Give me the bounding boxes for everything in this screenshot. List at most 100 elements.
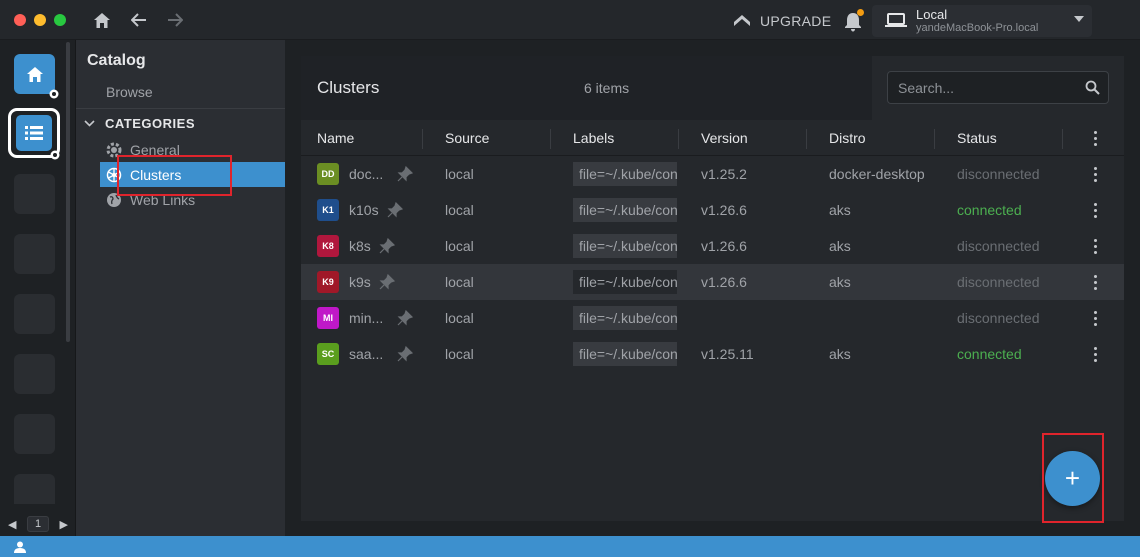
search-container xyxy=(872,56,1124,120)
column-header-labels[interactable]: Labels xyxy=(573,130,614,146)
column-header-status[interactable]: Status xyxy=(957,130,997,146)
hotbar-page-number: 1 xyxy=(27,516,49,532)
search-icon xyxy=(1085,80,1100,95)
table-row[interactable]: SC saa... local file=~/.kube/config v1.2… xyxy=(301,336,1124,372)
column-menu-icon[interactable] xyxy=(1094,131,1098,146)
cluster-label-chip[interactable]: file=~/.kube/config xyxy=(573,162,677,186)
divider xyxy=(76,108,285,109)
clusters-panel: Clusters 6 items Name Source Labels Vers… xyxy=(301,56,1124,521)
home-icon xyxy=(26,66,43,82)
highlight-box-add-button xyxy=(1042,433,1104,523)
minimize-window-button[interactable] xyxy=(34,14,46,26)
main-content: Clusters 6 items Name Source Labels Vers… xyxy=(285,40,1140,536)
context-name: Local xyxy=(916,7,948,22)
sidebar-item-browse[interactable]: Browse xyxy=(106,84,153,100)
back-arrow-icon[interactable] xyxy=(128,9,150,31)
column-header-name[interactable]: Name xyxy=(317,130,354,146)
cluster-source: local xyxy=(445,346,474,362)
forward-arrow-icon[interactable] xyxy=(164,9,186,31)
table-row[interactable]: K8 k8s local file=~/.kube/config v1.26.6… xyxy=(301,228,1124,264)
cluster-version: v1.26.6 xyxy=(701,238,747,254)
cluster-source: local xyxy=(445,310,474,326)
pin-icon[interactable] xyxy=(397,346,413,362)
table-row[interactable]: K1 k10s local file=~/.kube/config v1.26.… xyxy=(301,192,1124,228)
table-row[interactable]: DD doc... local file=~/.kube/config v1.2… xyxy=(301,156,1124,192)
hotbar-slot[interactable] xyxy=(14,354,55,394)
column-header-version[interactable]: Version xyxy=(701,130,748,146)
upgrade-button[interactable]: UPGRADE xyxy=(732,10,831,32)
hotbar-slot[interactable] xyxy=(14,474,55,504)
row-menu-icon[interactable] xyxy=(1094,347,1098,362)
cluster-label-chip[interactable]: file=~/.kube/config xyxy=(573,270,677,294)
cluster-status: disconnected xyxy=(957,238,1040,254)
notification-badge xyxy=(857,9,864,16)
column-header-source[interactable]: Source xyxy=(445,130,489,146)
hotbar-slot[interactable] xyxy=(14,414,55,454)
row-menu-icon[interactable] xyxy=(1094,275,1098,290)
hotbar-slot[interactable] xyxy=(14,294,55,334)
cluster-name: k9s xyxy=(349,274,371,290)
cluster-name: k10s xyxy=(349,202,379,218)
cluster-label-chip[interactable]: file=~/.kube/config xyxy=(573,234,677,258)
column-divider[interactable] xyxy=(934,129,935,149)
search-input[interactable] xyxy=(887,71,1109,104)
user-icon[interactable] xyxy=(14,541,26,553)
status-bar xyxy=(0,536,1140,557)
categories-toggle[interactable]: CATEGORIES xyxy=(84,116,195,131)
cluster-label-chip[interactable]: file=~/.kube/config xyxy=(573,306,677,330)
cluster-avatar: MI xyxy=(317,307,339,329)
prev-page-icon[interactable]: ◀ xyxy=(8,518,16,531)
cluster-distro: docker-desktop xyxy=(829,166,925,182)
row-menu-icon[interactable] xyxy=(1094,239,1098,254)
cluster-distro: aks xyxy=(829,238,851,254)
cluster-avatar: K9 xyxy=(317,271,339,293)
column-divider[interactable] xyxy=(422,129,423,149)
table-header: Name Source Labels Version Distro Status xyxy=(301,120,1124,156)
chevron-down-icon xyxy=(84,120,95,127)
row-menu-icon[interactable] xyxy=(1094,311,1098,326)
row-menu-icon[interactable] xyxy=(1094,167,1098,182)
next-page-icon[interactable]: ▶ xyxy=(60,518,68,531)
column-divider[interactable] xyxy=(678,129,679,149)
cluster-status: disconnected xyxy=(957,310,1040,326)
hotbar-slot[interactable] xyxy=(14,174,55,214)
catalog-list-icon xyxy=(25,126,43,140)
notifications-button[interactable] xyxy=(842,9,864,33)
pin-icon[interactable] xyxy=(379,274,395,290)
catalog-sidebar: Catalog Browse CATEGORIES General Cluste… xyxy=(76,40,285,536)
column-header-distro[interactable]: Distro xyxy=(829,130,866,146)
column-divider[interactable] xyxy=(550,129,551,149)
row-menu-icon[interactable] xyxy=(1094,203,1098,218)
context-selector[interactable]: Local yandeMacBook-Pro.local xyxy=(872,5,1092,37)
cluster-label-chip[interactable]: file=~/.kube/config xyxy=(573,342,677,366)
table-row[interactable]: K9 k9s local file=~/.kube/config v1.26.6… xyxy=(301,264,1124,300)
cluster-name: min... xyxy=(349,310,384,326)
cluster-label-chip[interactable]: file=~/.kube/config xyxy=(573,198,677,222)
gear-icon xyxy=(49,89,59,99)
gear-icon xyxy=(50,150,60,160)
hotbar-catalog-button[interactable] xyxy=(16,115,52,151)
pin-icon[interactable] xyxy=(387,202,403,218)
pin-icon[interactable] xyxy=(397,310,413,326)
chevron-down-icon xyxy=(1074,16,1084,22)
column-divider[interactable] xyxy=(1062,129,1063,149)
cluster-status: connected xyxy=(957,346,1022,362)
hotbar-scrollbar[interactable] xyxy=(66,42,70,342)
cluster-version: v1.25.2 xyxy=(701,166,747,182)
table-row[interactable]: MI min... local file=~/.kube/config disc… xyxy=(301,300,1124,336)
laptop-icon xyxy=(885,13,907,27)
item-count: 6 items xyxy=(584,80,630,96)
hotbar-slot[interactable] xyxy=(14,234,55,274)
cluster-status: connected xyxy=(957,202,1022,218)
pin-icon[interactable] xyxy=(379,238,395,254)
column-divider[interactable] xyxy=(806,129,807,149)
home-icon[interactable] xyxy=(91,9,113,31)
hotbar-home-button[interactable] xyxy=(14,54,59,99)
panel-header: Clusters 6 items xyxy=(301,56,1124,120)
close-window-button[interactable] xyxy=(14,14,26,26)
panel-title: Clusters xyxy=(317,78,380,97)
sidebar-title: Catalog xyxy=(87,52,146,69)
upgrade-label: UPGRADE xyxy=(760,13,832,29)
maximize-window-button[interactable] xyxy=(54,14,66,26)
pin-icon[interactable] xyxy=(397,166,413,182)
